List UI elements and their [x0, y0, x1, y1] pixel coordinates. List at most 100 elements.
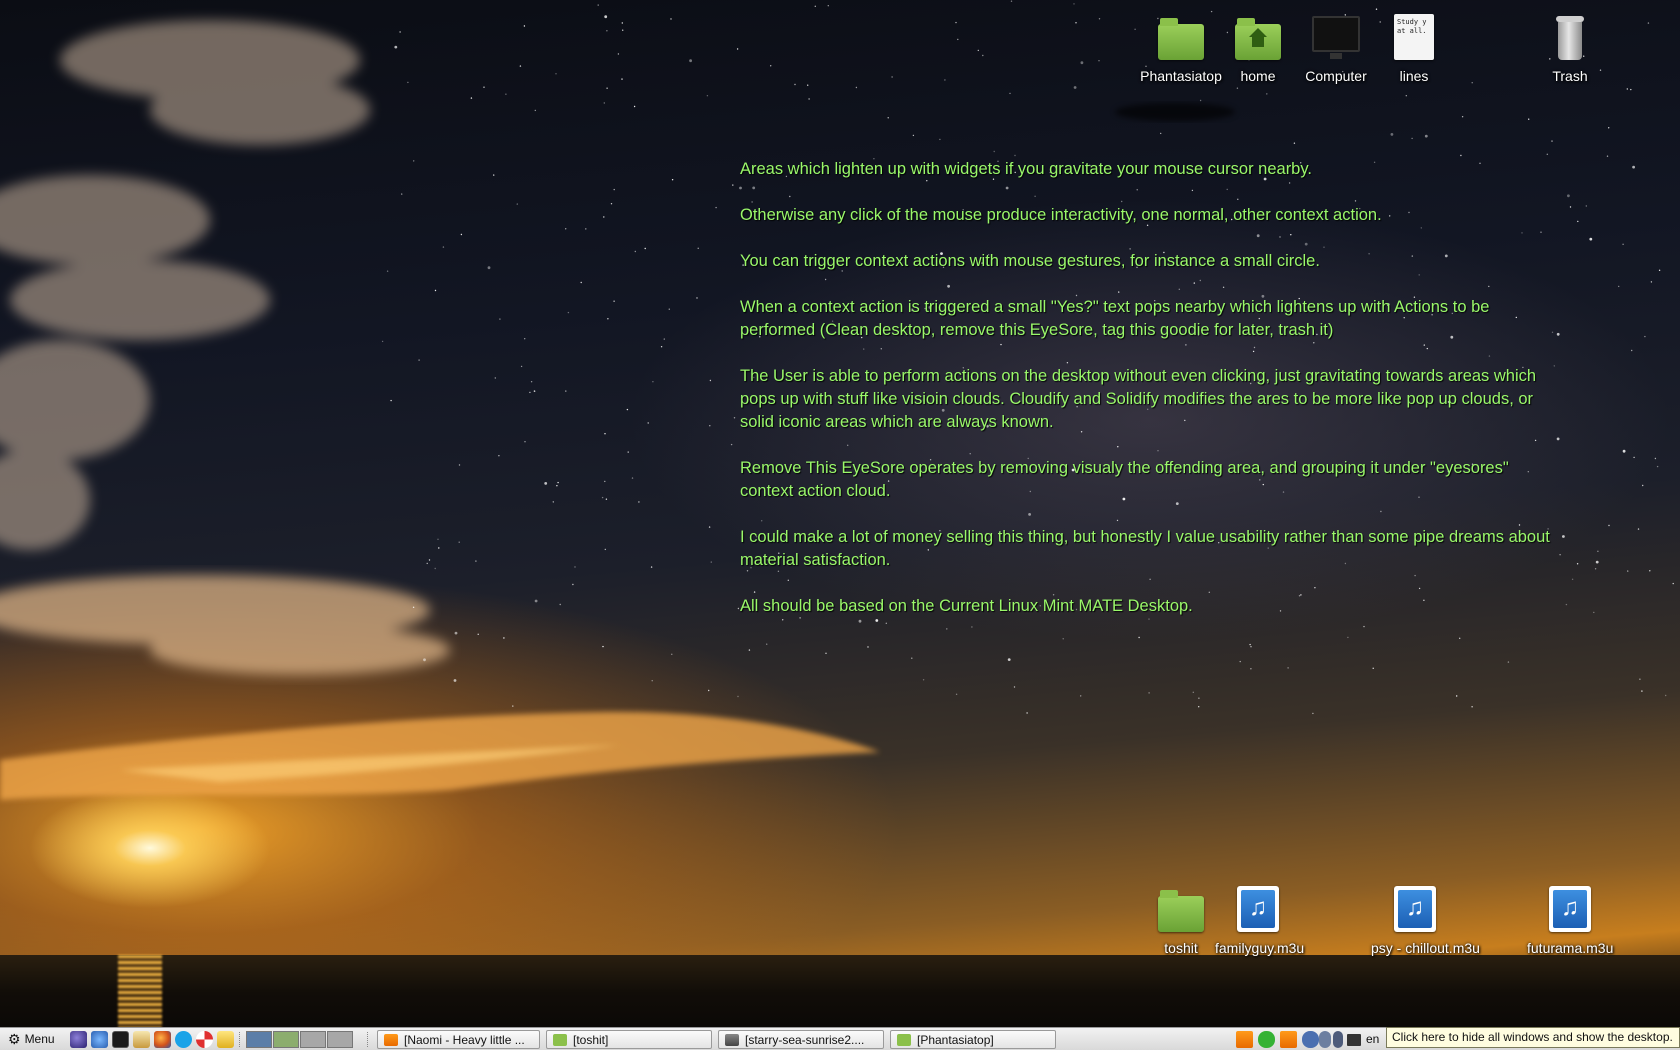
star — [1471, 706, 1473, 708]
star — [555, 73, 557, 75]
star — [1608, 524, 1610, 527]
star — [1210, 10, 1213, 13]
launcher-notes-icon[interactable] — [217, 1031, 234, 1048]
star — [1160, 132, 1162, 135]
star — [1633, 456, 1635, 459]
star — [606, 30, 608, 32]
star — [1650, 281, 1653, 283]
star — [1098, 18, 1101, 20]
star — [939, 138, 941, 141]
launcher-browser-icon[interactable] — [91, 1031, 108, 1048]
star — [715, 206, 717, 209]
desktop-icon-computer[interactable]: Computer — [1293, 14, 1379, 84]
star — [1589, 237, 1593, 241]
star — [730, 443, 733, 446]
task-toshit[interactable]: [toshit] — [546, 1030, 712, 1049]
music-playlist-icon: ♫ — [1234, 886, 1282, 934]
star — [1198, 697, 1200, 699]
star — [512, 705, 514, 707]
star — [603, 102, 605, 104]
star — [1249, 643, 1251, 646]
star — [1626, 88, 1629, 90]
desktop-icon-home[interactable]: home — [1215, 14, 1301, 84]
star — [604, 433, 606, 435]
desktop-icon-lines[interactable]: Study y at all. lines — [1371, 14, 1457, 84]
music-playlist-icon: ♫ — [1546, 886, 1594, 934]
desktop-icon-phantasiatop[interactable]: Phantasiatop — [1138, 14, 1224, 84]
star — [524, 441, 526, 443]
star — [827, 5, 829, 7]
workspace-3[interactable] — [300, 1031, 326, 1048]
workspace-4[interactable] — [327, 1031, 353, 1048]
star — [1411, 137, 1413, 140]
star — [634, 250, 636, 253]
star — [453, 679, 457, 682]
vlc-tray-icon[interactable] — [1236, 1031, 1253, 1048]
star — [1594, 568, 1597, 570]
bluetooth-icon[interactable] — [1333, 1031, 1343, 1048]
star — [494, 377, 496, 379]
trash-icon — [1546, 14, 1594, 62]
note-paragraph: I could make a lot of money selling this… — [740, 528, 1550, 569]
star — [1239, 660, 1241, 663]
star — [604, 480, 606, 483]
display-icon[interactable] — [1347, 1034, 1361, 1046]
workspace-1[interactable] — [246, 1031, 272, 1048]
menu-label: Menu — [24, 1032, 55, 1046]
star — [1424, 134, 1428, 138]
keyboard-layout-indicator[interactable]: en — [1366, 1032, 1379, 1046]
workspace-2[interactable] — [273, 1031, 299, 1048]
star — [438, 547, 440, 549]
task-naomi[interactable]: [Naomi - Heavy little ... — [377, 1030, 540, 1049]
star — [1460, 154, 1462, 157]
desktop-icon-toshit[interactable]: toshit — [1138, 886, 1224, 956]
menu-button[interactable]: ⚙ Menu — [2, 1030, 66, 1048]
info-icon[interactable] — [1319, 1031, 1331, 1048]
star — [470, 97, 473, 99]
launcher-firefox-icon[interactable] — [154, 1031, 171, 1048]
network-icon[interactable] — [1302, 1031, 1319, 1048]
launcher-skype-icon[interactable] — [175, 1031, 192, 1048]
star — [604, 548, 606, 551]
star — [572, 583, 574, 586]
star — [487, 266, 491, 270]
desktop-icon-psy-chillout[interactable]: ♫ psy - chillout.m3u — [1371, 886, 1480, 956]
star — [855, 86, 858, 89]
star — [651, 680, 653, 682]
star — [689, 59, 692, 63]
star — [671, 179, 674, 181]
star — [426, 562, 428, 565]
desktop-icon-familyguy[interactable]: ♫ familyguy.m3u — [1215, 886, 1304, 956]
star — [519, 65, 522, 67]
task-phantasiatop[interactable]: [Phantasiatop] — [890, 1030, 1056, 1049]
star — [1461, 116, 1464, 118]
star — [503, 637, 505, 639]
star — [1199, 99, 1202, 102]
star — [955, 693, 958, 695]
star — [663, 338, 665, 340]
star — [660, 346, 663, 348]
vlc-tray-icon[interactable] — [1280, 1031, 1297, 1048]
star — [460, 233, 463, 236]
star — [1622, 449, 1626, 453]
star — [1642, 484, 1644, 487]
star — [922, 679, 925, 681]
task-starry-sea-sunrise[interactable]: [starry-sea-sunrise2.... — [718, 1030, 884, 1049]
star — [631, 477, 634, 479]
note-paragraph: The User is able to perform actions on t… — [740, 367, 1537, 431]
desktop-icon-trash[interactable]: Trash — [1527, 14, 1613, 84]
launcher-text-editor-icon[interactable] — [133, 1031, 150, 1048]
star — [1622, 243, 1624, 245]
desktop-icon-futurama[interactable]: ♫ futurama.m3u — [1527, 886, 1613, 956]
star — [748, 649, 751, 651]
star — [1198, 706, 1200, 708]
launcher-lifesaver-icon[interactable] — [196, 1031, 213, 1048]
star — [1639, 678, 1641, 680]
update-ok-icon[interactable] — [1258, 1031, 1275, 1048]
star — [458, 464, 461, 466]
star — [1014, 154, 1016, 157]
launcher-eclipse-icon[interactable] — [70, 1031, 87, 1048]
star — [534, 390, 536, 392]
star — [814, 5, 816, 8]
launcher-terminal-icon[interactable] — [112, 1031, 129, 1048]
